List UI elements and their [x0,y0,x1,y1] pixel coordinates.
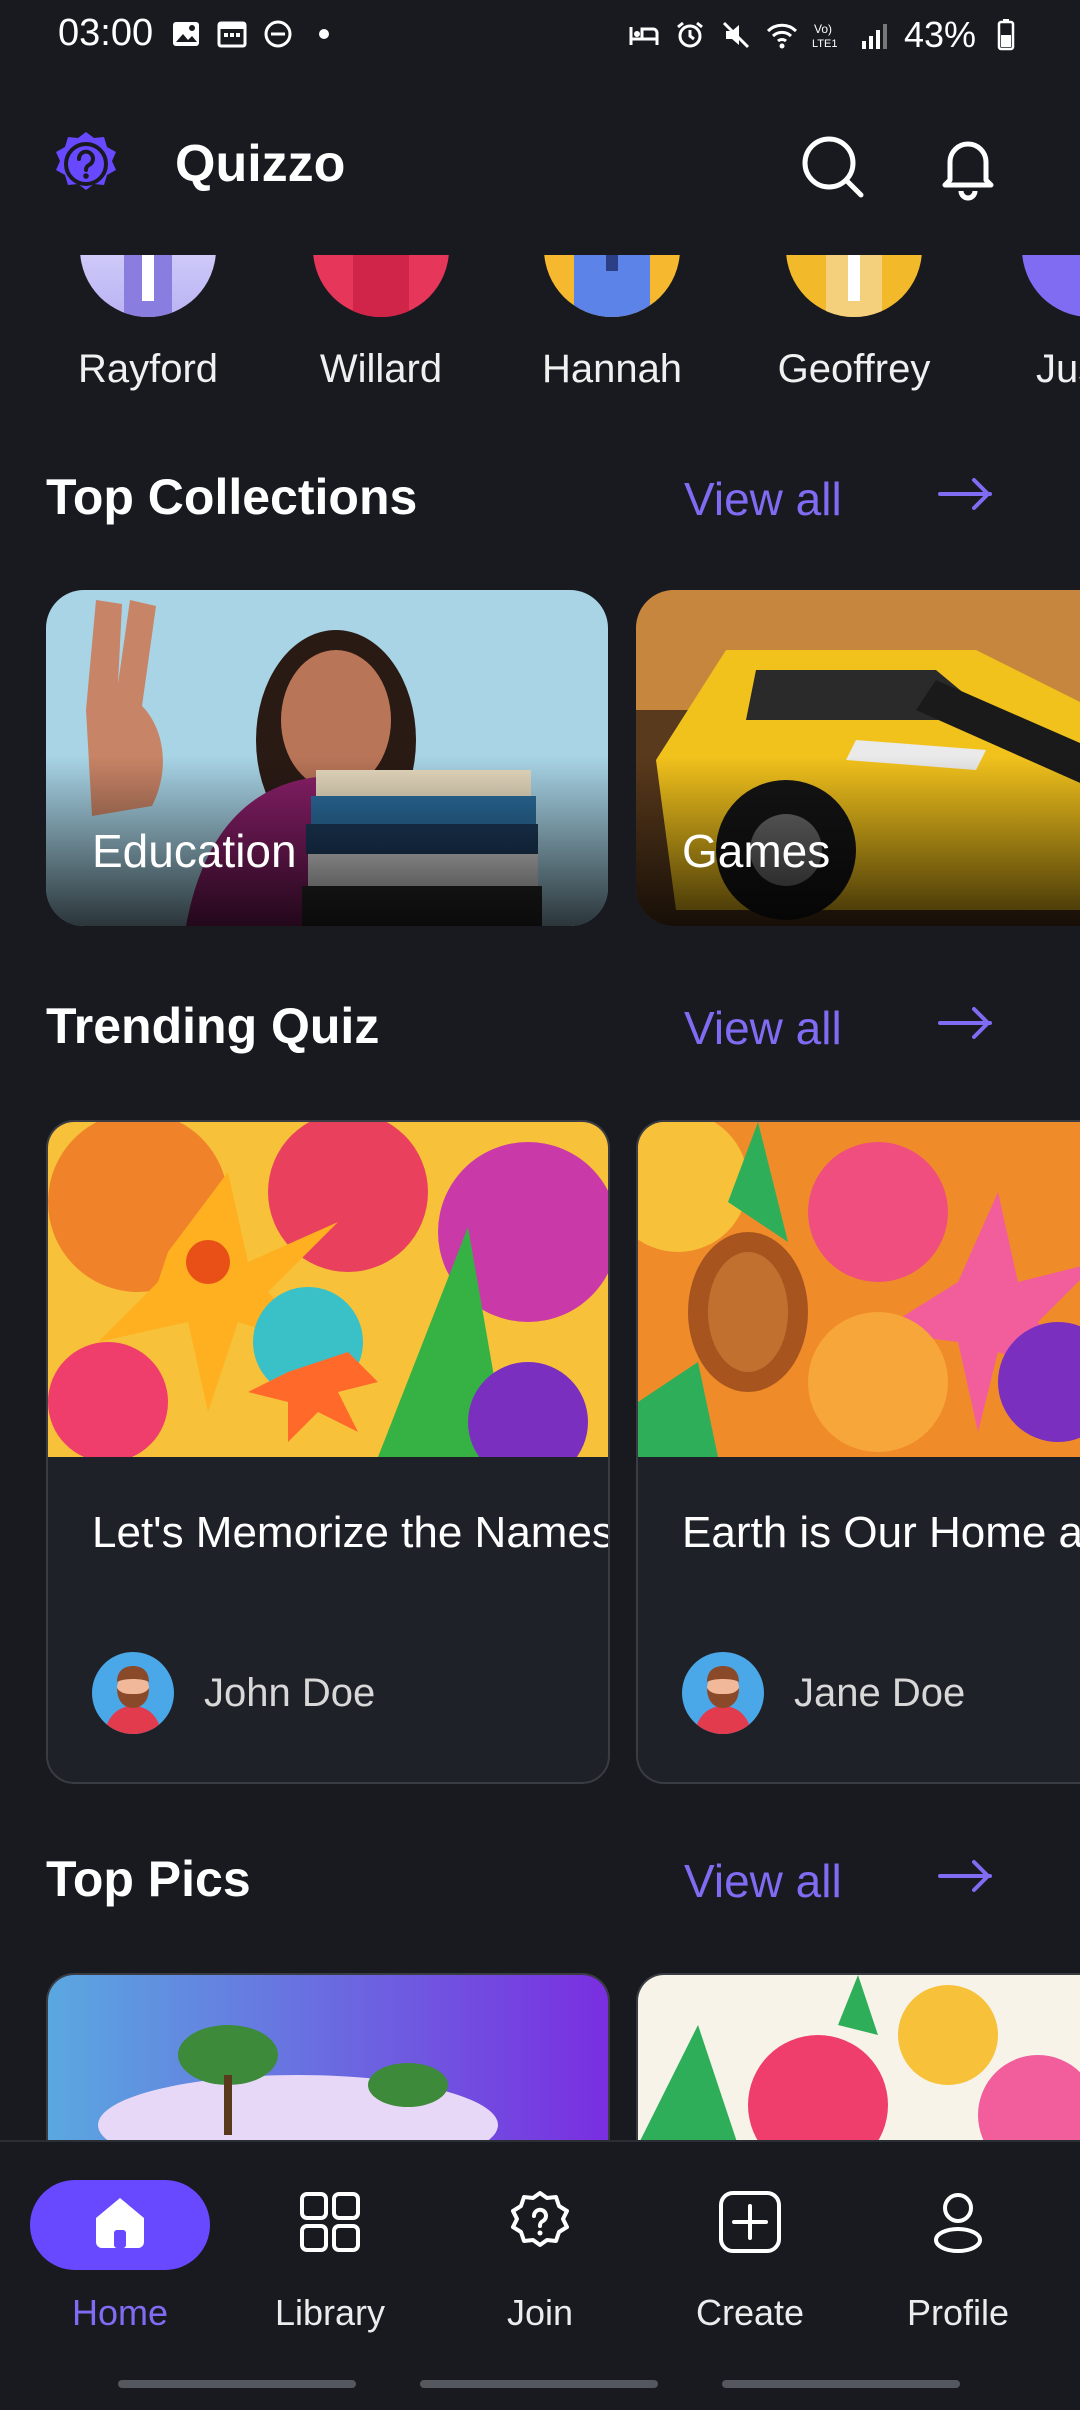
quiz-author: John Doe [92,1652,375,1734]
view-all-link[interactable]: View all [684,1854,842,1908]
collection-card-games[interactable]: Games [636,590,1080,926]
user-name: Hannah [541,347,683,391]
top-pics-header: Top Pics View all [46,1840,1046,1910]
photo-icon [173,22,199,46]
user-item[interactable]: Hannah [512,255,712,391]
bed-icon [629,27,659,45]
view-all-link[interactable]: View all [684,472,842,526]
collection-label: Education [92,825,297,877]
nav-label: Home [71,2292,169,2333]
calendar-icon [217,21,247,48]
app-title: Quizzo [175,135,346,193]
nav-library[interactable]: Library [240,2174,420,2333]
user-item[interactable]: Willard [281,255,481,391]
trending-quiz-header: Trending Quiz View all [46,987,1046,1057]
user-item[interactable]: Rayford [48,255,248,391]
bottom-nav: Home Library Join Create Profile [0,2140,1080,2410]
quiz-author: Jane Doe [682,1652,965,1734]
home-icon [96,2198,144,2248]
search-icon[interactable] [796,130,868,202]
avatar [80,255,216,317]
status-right: Vo) LTE1 43% [628,14,1022,56]
plus-square-icon [719,2191,781,2253]
user-item[interactable]: Geoffrey [754,255,954,391]
avatar [92,1652,174,1734]
section-title: Trending Quiz [46,998,380,1054]
nav-label: Profile [906,2292,1010,2333]
nav-gesture-bar[interactable] [722,2380,960,2388]
author-name: John Doe [204,1670,376,1715]
nav-join[interactable]: Join [450,2174,630,2333]
svg-text:LTE1: LTE1 [812,38,837,50]
avatar [682,1652,764,1734]
status-time: 03:00 [58,12,154,54]
quiz-card[interactable]: Earth is Our Home and Will... Jane Doe [636,1120,1080,1784]
user-name: Rayford [77,347,219,391]
user-name: Jus [1036,347,1080,391]
top-pic-image [638,1975,1080,2145]
quiz-image [48,1122,608,1457]
logo-icon [56,132,116,190]
svg-text:Vo): Vo) [814,22,832,36]
user-icon [934,2193,982,2253]
user-name: Geoffrey [777,347,931,391]
nav-label: Join [506,2292,574,2333]
quiz-card[interactable]: Let's Memorize the Names o... John Doe [46,1120,610,1784]
battery-icon [997,19,1015,51]
nav-profile[interactable]: Profile [868,2174,1048,2333]
section-title: Top Pics [46,1851,251,1907]
dot-icon [319,29,329,39]
app-header: Quizzo [0,120,1080,210]
signal-icon [861,24,887,49]
grid-icon [300,2192,360,2252]
quiz-title: Let's Memorize the Names o... [92,1508,610,1557]
top-pic-card[interactable] [46,1973,610,2145]
nav-gesture-bar[interactable] [420,2380,658,2388]
volte-icon: Vo) LTE1 [812,22,837,50]
nav-label: Create [695,2292,805,2333]
join-icon [511,2191,569,2247]
status-bar: 03:00 Vo) LTE1 43% [0,0,1080,70]
collection-card-education[interactable]: Education [46,590,608,926]
arrow-right-icon[interactable] [936,1003,996,1043]
collection-label: Games [682,825,831,877]
status-left-icons [170,18,340,50]
quiz-title: Earth is Our Home and Will... [682,1508,1080,1557]
avatar [1022,255,1080,317]
arrow-right-icon[interactable] [936,1856,996,1896]
nav-gesture-bar[interactable] [118,2380,356,2388]
top-pic-image [48,1975,608,2145]
alarm-icon [677,21,703,48]
battery-percent: 43% [903,14,976,55]
quiz-image [638,1122,1080,1457]
dnd-icon [264,20,292,48]
wifi-icon [766,23,797,49]
mute-icon [722,21,749,49]
nav-label: Library [274,2292,386,2333]
top-collections-header: Top Collections View all [46,458,1046,528]
view-all-link[interactable]: View all [684,1001,842,1055]
nav-home[interactable]: Home [30,2174,210,2333]
section-title: Top Collections [46,469,418,525]
user-item[interactable]: Jus [990,255,1080,391]
user-name: Willard [319,347,443,391]
author-name: Jane Doe [794,1670,966,1715]
avatar [786,255,922,317]
users-strip: Rayford Willard Hannah Geoffrey Jus [0,255,1080,405]
avatar [544,255,680,317]
arrow-right-icon[interactable] [936,474,996,514]
top-pic-card[interactable] [636,1973,1080,2145]
avatar [313,255,449,317]
bell-icon[interactable] [932,130,1004,202]
nav-create[interactable]: Create [660,2174,840,2333]
